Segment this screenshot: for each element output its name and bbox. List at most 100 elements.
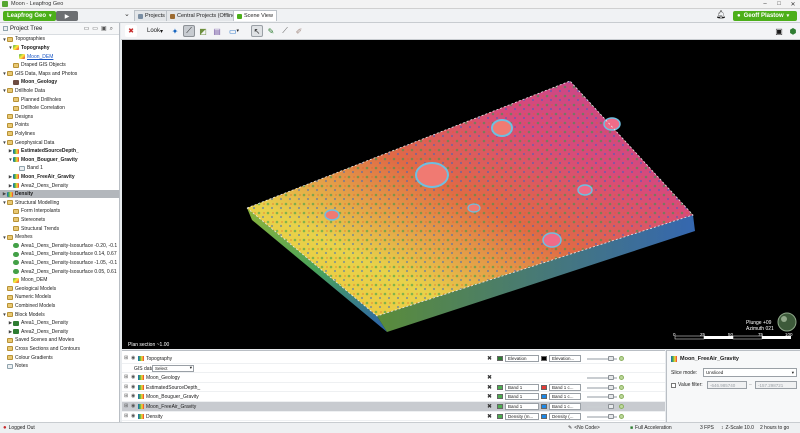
tree-item[interactable]: ▼ Geophysical Data — [0, 138, 119, 147]
opacity-slider-handle[interactable] — [608, 375, 614, 380]
tree-item[interactable]: Designs — [0, 112, 119, 121]
delete-icon[interactable]: ✖︎ — [487, 413, 492, 420]
opacity-slider-handle[interactable] — [608, 384, 614, 390]
opacity-slider-handle[interactable] — [608, 404, 614, 409]
value-filter-max[interactable]: -157.298721 — [755, 381, 797, 389]
shape-row[interactable]: ⊞ ◉ Topography ✖︎ Elevation Elevation... — [122, 354, 665, 364]
tree-item[interactable]: Moon_DEM — [0, 276, 119, 285]
expand-icon[interactable]: ⊞ — [124, 393, 128, 399]
measure-icon[interactable]: ⟋ — [279, 25, 291, 37]
tree-item[interactable]: ▼ Topographies — [0, 35, 119, 44]
clip-box-icon[interactable]: ◩ — [197, 25, 209, 37]
tree-tools-icons[interactable]: ▭▭▣⌕ — [84, 25, 116, 33]
draw-line-icon[interactable]: ✎ — [265, 25, 277, 37]
look-dropdown[interactable]: Look ▾ — [143, 25, 167, 37]
opacity-slider-handle[interactable] — [608, 394, 614, 399]
colour-swatch[interactable] — [541, 384, 547, 390]
visibility-eye-icon[interactable]: ◉ — [131, 355, 135, 361]
user-menu-button[interactable]: ● Geoff Plastow ▾ — [733, 11, 797, 21]
tree-item[interactable]: Drillhole Correlation — [0, 104, 119, 113]
tree-item[interactable]: ▼ Meshes — [0, 233, 119, 242]
expand-icon[interactable]: ⊞ — [124, 355, 128, 361]
delete-icon[interactable]: ✖︎ — [487, 374, 492, 381]
orientation-globe-icon[interactable] — [777, 312, 797, 332]
tree-item[interactable]: Area1_Dens_Density-Isosurface -1.05, -0.… — [0, 259, 119, 268]
shape-row[interactable]: ⊞ ◉ Density ✖︎ Density (m... Density (... — [122, 412, 665, 421]
colour-swatch[interactable] — [497, 384, 503, 390]
visibility-eye-icon[interactable]: ◉ — [131, 413, 135, 419]
colour-swatch[interactable] — [541, 394, 547, 399]
delete-icon[interactable]: ✖︎ — [487, 355, 492, 362]
shape-row[interactable]: ⊞ ◉ Moon_Geology ✖︎ — [122, 373, 665, 383]
delete-icon[interactable]: ✖︎ — [487, 403, 492, 410]
gis-data-select[interactable]: Select ▾ — [152, 364, 194, 372]
visibility-eye-icon[interactable]: ◉ — [131, 384, 135, 390]
play-button[interactable]: ▶ — [56, 11, 78, 21]
tree-item[interactable]: Stereonets — [0, 216, 119, 225]
visibility-eye-icon[interactable]: ◉ — [131, 403, 135, 409]
expand-icon[interactable]: ⊞ — [124, 403, 128, 409]
view-mode-dropdown[interactable]: ▭ ▾ — [225, 25, 243, 37]
tree-item[interactable]: ▶ Area2_Dens_Density — [0, 181, 119, 190]
gradient-select[interactable]: Elevation... — [549, 355, 581, 362]
visibility-eye-icon[interactable]: ◉ — [131, 374, 135, 380]
delete-icon[interactable]: ✖︎ — [487, 393, 492, 400]
shape-row[interactable]: GIS data: Select ▾ — [122, 364, 665, 373]
camera-icon[interactable]: ▣ — [773, 25, 785, 37]
tab-projects[interactable]: Projects — [134, 10, 169, 21]
value-filter-checkbox[interactable] — [671, 382, 676, 388]
select-cursor-icon[interactable]: ↖ — [251, 25, 263, 37]
slice-mode-select[interactable]: Unsliced ▾ — [703, 368, 797, 377]
tree-item[interactable]: Polylines — [0, 130, 119, 139]
tree-item[interactable]: ▼ Topography — [0, 44, 119, 53]
tree-item[interactable]: Area2_Dens_Density-Isosurface 0.05, 0.61 — [0, 267, 119, 276]
tree-item[interactable]: Band 1 — [0, 164, 119, 173]
tree-item[interactable]: Saved Scenes and Movies — [0, 336, 119, 345]
tree-item[interactable]: Structural Trends — [0, 224, 119, 233]
colour-swatch[interactable] — [541, 356, 547, 361]
gradient-select[interactable]: Density (... — [549, 412, 581, 420]
gradient-select[interactable]: Band 1 c... — [549, 403, 581, 410]
tree-item[interactable]: Geological Models — [0, 284, 119, 293]
scene-viewport[interactable]: Plan section ~1.00 Plunge +09 Azimuth 02… — [122, 40, 800, 349]
compass-icon[interactable]: ✦ — [169, 25, 181, 37]
tree-item[interactable]: ▶ Moon_FreeAir_Gravity — [0, 173, 119, 182]
gradient-select[interactable]: Band 1 c... — [549, 393, 581, 400]
help-icon[interactable]: ⬢ — [787, 25, 799, 37]
tree-item[interactable]: Colour Gradients — [0, 353, 119, 362]
minimize-button[interactable]: – — [758, 1, 772, 7]
shape-row[interactable]: ⊞ ◉ EstimatedSourceDepth_ ✖︎ Band 1 Band 1 c.… — [122, 383, 665, 392]
tree-item[interactable]: Area1_Dens_Density-Isosurface -0.20, -0.… — [0, 241, 119, 250]
tree-item[interactable]: ▶ Area1_Dens_Density — [0, 319, 119, 328]
app-menu-button[interactable]: Leapfrog Geo ▾ — [3, 11, 56, 21]
colour-swatch[interactable] — [541, 413, 547, 419]
delete-icon[interactable]: ✖︎ — [487, 384, 492, 391]
ruler-icon[interactable]: ✐ — [293, 25, 305, 37]
notifications-bell-icon[interactable]: 🔔︎ — [716, 10, 726, 19]
scene-canvas[interactable] — [122, 40, 800, 349]
tree-item[interactable]: Notes — [0, 362, 119, 371]
close-button[interactable]: ✕ — [786, 1, 800, 8]
slice-tool-icon[interactable]: ⟋ — [183, 25, 195, 37]
opacity-slider-handle[interactable] — [608, 413, 614, 419]
tree-item[interactable]: ▶ EstimatedSourceDepth_ — [0, 147, 119, 156]
tree-item[interactable]: Moon_Geology — [0, 78, 119, 87]
opacity-slider-handle[interactable] — [608, 356, 614, 361]
shape-row[interactable]: ⊞ ◉ Moon_Bouguer_Gravity ✖︎ Band 1 Band 1 c..… — [122, 392, 665, 402]
code-status[interactable]: ✎ <No Code> — [568, 425, 600, 431]
expand-icon[interactable]: ⊞ — [124, 374, 128, 380]
visibility-eye-icon[interactable]: ◉ — [131, 393, 135, 399]
logged-out-status[interactable]: ● Logged Out — [3, 425, 35, 431]
colour-swatch[interactable] — [541, 404, 547, 409]
tree-item[interactable]: Draped GIS Objects — [0, 61, 119, 70]
tree-item[interactable]: Cross Sections and Contours — [0, 345, 119, 354]
colour-by-select[interactable]: Band 1 — [505, 393, 539, 400]
tab-scene-view[interactable]: Scene View — [233, 10, 277, 21]
tree-item[interactable]: ▼ GIS Data, Maps and Photos — [0, 69, 119, 78]
tree-item[interactable]: ▼ Structural Modelling — [0, 198, 119, 207]
tree-item[interactable]: ▶ Density — [0, 189, 119, 199]
colour-by-select[interactable]: Density (m... — [505, 412, 539, 420]
tree-item[interactable]: ▼ Drillhole Data — [0, 87, 119, 96]
colour-swatch[interactable] — [497, 356, 503, 361]
tree-item[interactable]: Area1_Dens_Density-Isosurface 0.14, 0.67 — [0, 250, 119, 259]
